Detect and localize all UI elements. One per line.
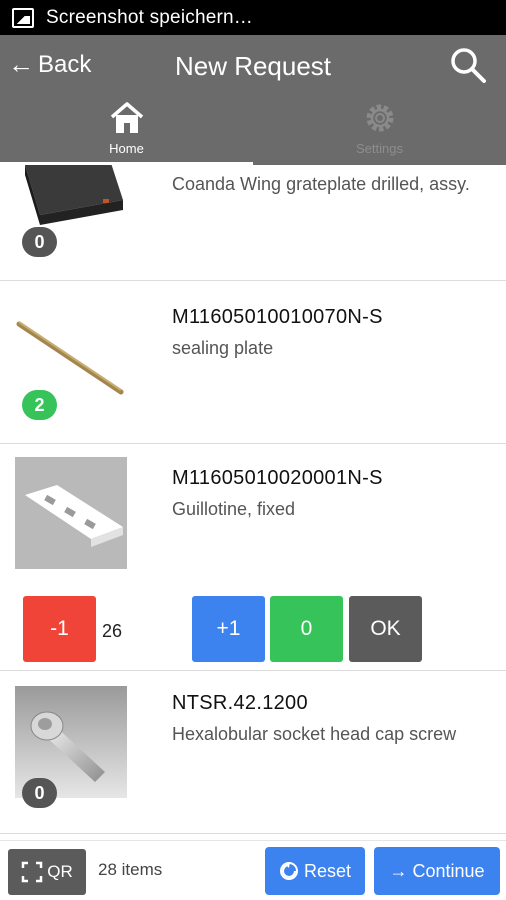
- item-description: Coanda Wing grateplate drilled, assy.: [172, 174, 470, 194]
- home-icon: [110, 102, 143, 133]
- qr-label: QR: [47, 862, 73, 881]
- continue-label: Continue: [412, 860, 485, 881]
- item-code: M11605010010070N-S: [172, 306, 383, 328]
- item-count: 28 items: [98, 860, 163, 879]
- app-header: ← Back New Request Home Settings: [0, 35, 506, 165]
- search-icon[interactable]: [448, 45, 488, 85]
- bottom-toolbar: QR 28 items Reset → Continue: [0, 840, 506, 900]
- item-description: Hexalobular socket head cap screw: [172, 724, 457, 744]
- gear-icon: [366, 104, 393, 132]
- arrow-right-icon: →: [389, 860, 408, 881]
- image-icon: [12, 7, 34, 28]
- decrement-button[interactable]: -1: [23, 596, 96, 662]
- quantity-badge: 2: [22, 390, 57, 420]
- status-text: Screenshot speichern…: [46, 6, 253, 28]
- ok-button[interactable]: OK: [349, 596, 422, 662]
- increment-button[interactable]: +1: [192, 596, 265, 662]
- tab-home-label: Home: [109, 141, 144, 156]
- qr-scan-button[interactable]: QR: [8, 849, 86, 895]
- tab-home[interactable]: Home: [0, 95, 253, 165]
- item-list: 0 Coanda Wing grateplate drilled, assy. …: [0, 165, 506, 840]
- status-bar: Screenshot speichern…: [0, 0, 506, 35]
- reset-button[interactable]: Reset: [265, 847, 365, 895]
- item-description: Guillotine, fixed: [172, 499, 296, 519]
- item-code: NTSR.42.1200: [172, 692, 308, 714]
- tab-settings[interactable]: Settings: [253, 95, 506, 165]
- page-title: New Request: [174, 51, 332, 81]
- continue-button[interactable]: → Continue: [374, 847, 500, 895]
- list-item[interactable]: NTSR.42.1200 Hexalobular socket head cap…: [0, 672, 506, 834]
- scan-frame-icon: [22, 861, 43, 883]
- list-item[interactable]: M11605010020001N-S Guillotine, fixed -1 …: [0, 445, 506, 671]
- zero-button[interactable]: 0: [270, 596, 343, 662]
- quantity-badge: 0: [22, 227, 57, 257]
- list-item[interactable]: 0 Coanda Wing grateplate drilled, assy.: [0, 165, 506, 281]
- quantity-badge: 0: [22, 778, 57, 808]
- tab-bar: Home Settings: [0, 95, 506, 165]
- item-description: sealing plate: [172, 338, 274, 358]
- reset-label: Reset: [303, 860, 352, 881]
- list-item[interactable]: M11605010010070N-S sealing plate 2: [0, 282, 506, 444]
- guillotine-image: [15, 457, 127, 569]
- reset-icon: [279, 862, 298, 880]
- quantity-value: 26: [102, 621, 123, 641]
- tab-settings-label: Settings: [356, 141, 403, 156]
- item-code: M11605010020001N-S: [172, 467, 383, 489]
